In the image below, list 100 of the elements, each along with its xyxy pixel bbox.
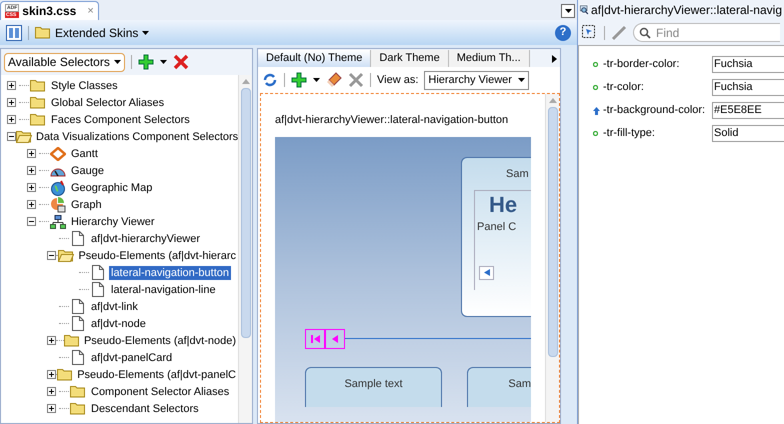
document-icon (72, 299, 84, 314)
tree-item[interactable]: Hierarchy Viewer (69, 214, 157, 228)
tree-item[interactable]: Gantt (69, 146, 100, 160)
minus-icon (48, 252, 55, 259)
delete-icon[interactable] (348, 72, 364, 88)
collapse-toggle[interactable] (27, 217, 36, 226)
collapse-toggle[interactable] (47, 251, 56, 260)
navigate-back-button[interactable] (479, 266, 494, 280)
folder-icon (70, 385, 86, 398)
vertical-scrollbar[interactable] (545, 94, 559, 422)
folder-icon (64, 334, 80, 347)
folder-icon (30, 113, 46, 126)
add-icon[interactable] (291, 72, 307, 88)
tree-item[interactable]: Pseudo-Elements (af|dvt-hierarc (76, 248, 238, 262)
tree-item[interactable]: Geographic Map (69, 180, 154, 194)
tree-item[interactable]: lateral-navigation-line (109, 282, 218, 296)
first-page-icon (310, 334, 320, 342)
search-field[interactable]: Find (633, 23, 780, 42)
eraser-icon[interactable] (326, 72, 342, 88)
expand-toggle[interactable] (7, 81, 16, 90)
card-title: He (489, 191, 518, 219)
tree-item[interactable]: Graph (69, 198, 104, 212)
plus-icon (48, 405, 55, 412)
node-text: Sample text (344, 376, 403, 392)
tree-item[interactable]: af|dvt-link (89, 300, 140, 314)
selectors-dropdown[interactable]: Available Selectors (4, 52, 125, 72)
property-value-field[interactable]: #E5E8EE (712, 102, 784, 119)
refresh-icon[interactable] (262, 72, 278, 88)
previous-icon (332, 334, 338, 342)
caret-icon (518, 78, 526, 82)
property-name: -tr-border-color: (603, 57, 680, 72)
card-text: Sam (506, 166, 530, 182)
tree-item[interactable]: lateral-navigation-button (109, 266, 232, 280)
select-element-icon[interactable] (582, 24, 598, 40)
tree-item[interactable]: Descendant Selectors (89, 402, 201, 416)
view-as-label: View as: (377, 72, 418, 88)
folder-icon (16, 130, 32, 143)
view-as-dropdown[interactable]: Hierarchy Viewer (424, 70, 530, 90)
add-icon[interactable] (138, 54, 154, 70)
delete-icon[interactable] (172, 54, 189, 70)
folder-icon (58, 249, 74, 262)
folder-icon (57, 368, 74, 381)
plus-icon (8, 82, 15, 89)
plus-icon (28, 167, 35, 174)
expand-toggle[interactable] (27, 200, 36, 209)
card-subtitle: Panel C (477, 220, 518, 235)
tree-item[interactable]: Gauge (69, 164, 106, 178)
document-icon (92, 282, 104, 297)
search-icon (639, 27, 651, 39)
dropdown-button[interactable] (561, 4, 575, 18)
theme-tab[interactable]: Default (No) Theme (258, 50, 372, 67)
plus-icon (48, 371, 55, 378)
tree-item[interactable]: af|dvt-hierarchyViewer (89, 232, 202, 246)
collapse-toggle[interactable] (7, 132, 16, 141)
tree-item[interactable]: Pseudo-Elements (af|dvt-node) (82, 334, 238, 348)
tree-item[interactable]: Style Classes (49, 78, 120, 92)
expand-toggle[interactable] (47, 336, 56, 345)
plus-icon (8, 99, 15, 106)
property-value-field[interactable]: Solid (712, 125, 784, 142)
folder-icon (35, 26, 51, 39)
tree-item[interactable]: Component Selector Aliases (89, 384, 232, 398)
expand-toggle[interactable] (27, 183, 36, 192)
expand-toggle[interactable] (47, 370, 56, 379)
caret-icon (160, 60, 167, 64)
folder-icon (70, 402, 86, 415)
expand-toggle[interactable] (27, 166, 36, 175)
tree-item[interactable]: Faces Component Selectors (49, 112, 192, 126)
tree-item[interactable]: af|dvt-panelCard (89, 350, 174, 364)
document-icon (72, 350, 84, 365)
theme-tab[interactable]: Dark Theme (371, 50, 449, 67)
expand-toggle[interactable] (47, 387, 56, 396)
split-view-icon[interactable] (6, 24, 22, 40)
help-button[interactable]: ? (555, 24, 571, 40)
extended-skins-menu[interactable]: Extended Skins (35, 24, 150, 42)
tree-item[interactable]: Data Visualizations Component Selectors (34, 130, 238, 144)
diamond-icon (50, 146, 66, 160)
property-value-field[interactable]: Fuchsia (712, 56, 784, 73)
property-value-field[interactable]: Fuchsia (712, 79, 784, 96)
vertical-scrollbar[interactable] (238, 75, 252, 423)
document-icon (92, 265, 104, 280)
minus-icon (28, 218, 35, 225)
inspector-title: af|dvt-hierarchyViewer::lateral-navig (591, 2, 782, 19)
caret-icon (313, 78, 320, 82)
tree-item[interactable]: af|dvt-node (89, 316, 148, 330)
plus-icon (28, 150, 35, 157)
property-name: -tr-background-color: (603, 103, 706, 118)
expand-toggle[interactable] (47, 404, 56, 413)
tree-item[interactable]: Pseudo-Elements (af|dvt-panelC (75, 368, 238, 382)
folder-icon (30, 79, 46, 92)
caret-icon (114, 60, 121, 64)
expand-toggle[interactable] (27, 149, 36, 158)
close-button[interactable]: × (87, 2, 94, 20)
plus-icon (48, 337, 55, 344)
right-arrow-icon (552, 54, 557, 62)
arrow-up-icon (593, 106, 600, 114)
document-icon (72, 316, 84, 331)
expand-toggle[interactable] (7, 115, 16, 124)
expand-toggle[interactable] (7, 98, 16, 107)
theme-tab[interactable]: Medium Th... (448, 50, 530, 67)
tree-item[interactable]: Global Selector Aliases (49, 96, 166, 110)
